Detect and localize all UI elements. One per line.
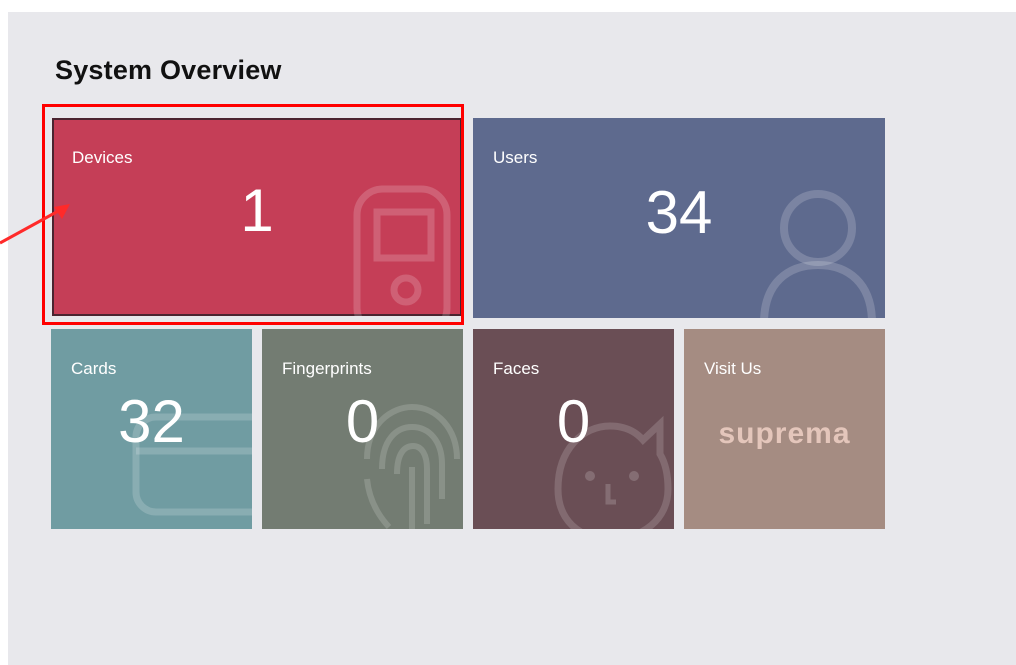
- visit-us-label: Visit Us: [704, 359, 762, 378]
- fingerprints-count: 0: [345, 388, 380, 455]
- arrow-annotation: [0, 204, 70, 245]
- faces-label: Faces: [493, 359, 540, 378]
- faces-count: 0: [556, 388, 591, 455]
- users-count: 34: [645, 179, 713, 246]
- devices-label: Devices: [72, 148, 133, 167]
- devices-tile[interactable]: Devices 1: [52, 118, 462, 316]
- page-title: System Overview: [55, 55, 282, 85]
- visit-us-tile[interactable]: Visit Us suprema: [684, 329, 885, 529]
- cards-label: Cards: [71, 359, 117, 378]
- faces-tile[interactable]: Faces 0: [473, 329, 674, 529]
- fingerprints-tile[interactable]: Fingerprints 0: [262, 329, 463, 529]
- cards-count: 32: [118, 388, 185, 455]
- suprema-logo: suprema: [718, 417, 851, 450]
- fingerprints-label: Fingerprints: [282, 359, 372, 378]
- cards-tile[interactable]: Cards 32: [51, 329, 252, 529]
- users-tile[interactable]: Users 34: [473, 118, 885, 318]
- devices-count: 1: [240, 177, 274, 244]
- users-label: Users: [493, 148, 538, 167]
